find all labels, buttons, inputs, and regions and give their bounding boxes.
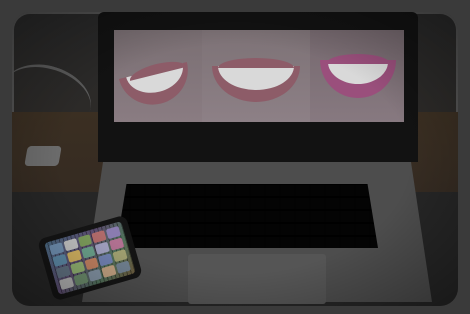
app-icon (73, 272, 89, 286)
app-icon (58, 276, 75, 291)
desk-object (24, 146, 62, 166)
laptop-display (114, 30, 404, 122)
laptop-trackpad (188, 254, 326, 304)
app-icon (87, 268, 103, 282)
phone-app-grid (49, 225, 131, 291)
app-icon (115, 260, 131, 274)
smile-photo-1 (114, 30, 204, 122)
upper-lip (218, 58, 294, 68)
image-frame (0, 0, 470, 314)
laptop-photo (12, 12, 458, 306)
laptop-keyboard (116, 184, 378, 248)
smile-photo-2 (202, 30, 312, 122)
app-icon (101, 264, 117, 278)
upper-lip (326, 54, 390, 64)
smile-photo-3 (310, 30, 404, 122)
